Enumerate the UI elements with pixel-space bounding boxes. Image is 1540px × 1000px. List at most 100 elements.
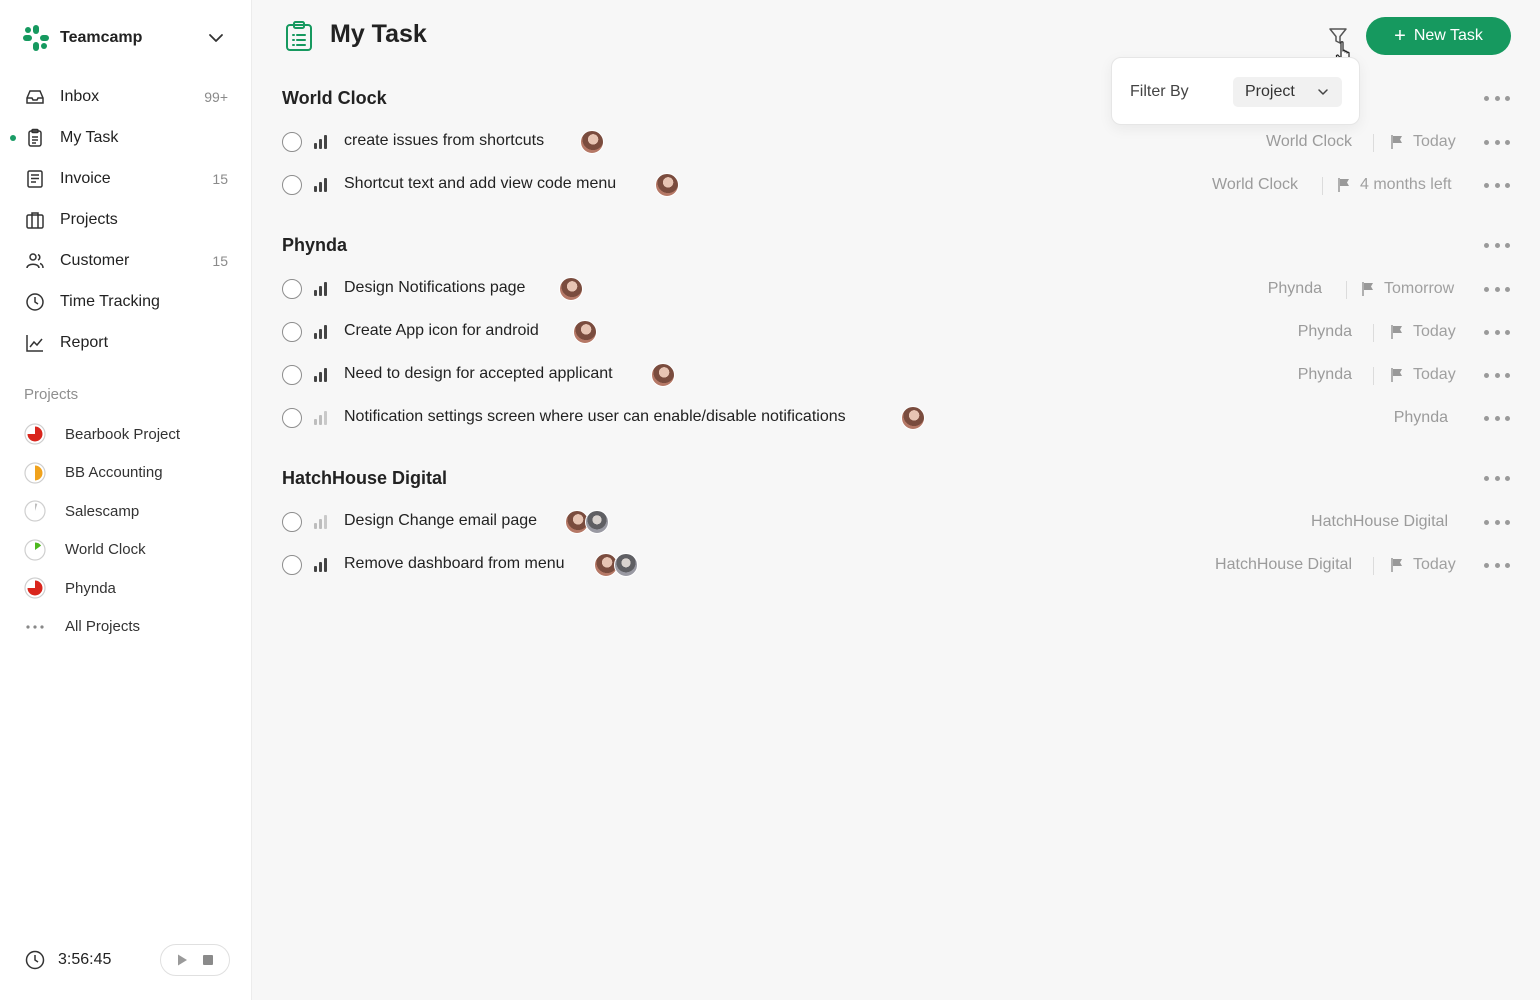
task-row[interactable]: Remove dashboard from menu HatchHouse Di… bbox=[280, 549, 1520, 581]
nav-item-customer[interactable]: Customer 15 bbox=[0, 240, 252, 281]
task-more-icon[interactable] bbox=[1484, 135, 1510, 149]
task-checkbox[interactable] bbox=[282, 365, 302, 385]
task-checkbox[interactable] bbox=[282, 512, 302, 532]
project-label: Bearbook Project bbox=[65, 425, 181, 443]
play-icon[interactable] bbox=[172, 950, 192, 970]
task-more-icon[interactable] bbox=[1484, 411, 1510, 425]
task-checkbox[interactable] bbox=[282, 408, 302, 428]
new-task-button[interactable]: + New Task bbox=[1366, 17, 1511, 55]
nav-label: My Task bbox=[60, 128, 119, 146]
nav-item-inbox[interactable]: Inbox 99+ bbox=[0, 76, 252, 117]
stop-icon[interactable] bbox=[198, 950, 218, 970]
task-checkbox[interactable] bbox=[282, 175, 302, 195]
task-project: Phynda bbox=[1393, 409, 1448, 426]
project-label: World Clock bbox=[65, 541, 146, 559]
avatar[interactable] bbox=[614, 553, 638, 577]
sidebar: Teamcamp Inbox 99+ My Task Invoice 15 Pr… bbox=[0, 0, 252, 1000]
task-checkbox[interactable] bbox=[282, 322, 302, 342]
task-title: Remove dashboard from menu bbox=[344, 555, 565, 572]
task-project: World Clock bbox=[1266, 133, 1352, 150]
nav-count: 15 bbox=[212, 252, 228, 269]
group-more-icon[interactable] bbox=[1484, 91, 1510, 105]
avatar[interactable] bbox=[585, 510, 609, 534]
task-project: World Clock bbox=[1212, 176, 1298, 193]
task-row[interactable]: Create App icon for android Phynda Today bbox=[280, 316, 1520, 348]
task-row[interactable]: Need to design for accepted applicant Ph… bbox=[280, 359, 1520, 391]
flag-icon bbox=[1338, 178, 1349, 192]
task-checkbox[interactable] bbox=[282, 132, 302, 152]
project-item-salescamp[interactable]: Salescamp bbox=[0, 492, 252, 531]
task-row[interactable]: Design Change email page HatchHouse Digi… bbox=[280, 506, 1520, 538]
nav-count: 99+ bbox=[204, 88, 228, 105]
task-more-icon[interactable] bbox=[1484, 325, 1510, 339]
project-item-bb-accounting[interactable]: BB Accounting bbox=[0, 454, 252, 493]
avatar[interactable] bbox=[655, 173, 679, 197]
project-item-all-projects[interactable]: All Projects bbox=[0, 608, 252, 647]
users-icon bbox=[24, 250, 46, 272]
task-title: Need to design for accepted applicant bbox=[344, 365, 613, 382]
nav-label: Report bbox=[60, 333, 109, 351]
chart-line-icon bbox=[24, 332, 46, 354]
inbox-icon bbox=[24, 86, 46, 108]
avatar[interactable] bbox=[559, 277, 583, 301]
task-checkbox[interactable] bbox=[282, 279, 302, 299]
project-item-world-clock[interactable]: World Clock bbox=[0, 531, 252, 570]
more-horizontal-icon bbox=[26, 625, 44, 629]
nav-item-projects[interactable]: Projects bbox=[0, 199, 252, 240]
timer-controls bbox=[160, 944, 230, 976]
avatar[interactable] bbox=[580, 130, 604, 154]
project-item-bearbook[interactable]: Bearbook Project bbox=[0, 415, 252, 454]
nav-item-my-task[interactable]: My Task bbox=[0, 117, 252, 158]
nav-item-invoice[interactable]: Invoice 15 bbox=[0, 158, 252, 199]
task-row[interactable]: Notification settings screen where user … bbox=[280, 402, 1520, 434]
plus-icon: + bbox=[1394, 25, 1406, 47]
task-row[interactable]: create issues from shortcuts World Clock… bbox=[280, 126, 1520, 158]
task-row[interactable]: Shortcut text and add view code menu Wor… bbox=[280, 169, 1520, 201]
task-more-icon[interactable] bbox=[1484, 282, 1510, 296]
task-checkbox[interactable] bbox=[282, 555, 302, 575]
projects-heading: Projects bbox=[24, 386, 79, 403]
project-item-phynda[interactable]: Phynda bbox=[0, 569, 252, 608]
nav-label: Invoice bbox=[60, 169, 111, 187]
filter-select[interactable]: Project bbox=[1233, 77, 1342, 107]
task-row[interactable]: Design Notifications page Phynda Tomorro… bbox=[280, 273, 1520, 305]
avatar[interactable] bbox=[573, 320, 597, 344]
task-due: 4 months left bbox=[1360, 176, 1452, 193]
clipboard-icon bbox=[24, 127, 46, 149]
workspace-switcher[interactable]: Teamcamp bbox=[22, 22, 232, 54]
project-label: Phynda bbox=[65, 579, 116, 597]
nav-count: 15 bbox=[212, 170, 228, 187]
task-more-icon[interactable] bbox=[1484, 368, 1510, 382]
task-more-icon[interactable] bbox=[1484, 558, 1510, 572]
priority-high-icon bbox=[314, 558, 330, 572]
page-title: My Task bbox=[330, 20, 427, 48]
avatar[interactable] bbox=[901, 406, 925, 430]
project-label: All Projects bbox=[65, 618, 141, 636]
avatar[interactable] bbox=[651, 363, 675, 387]
divider bbox=[1373, 367, 1374, 385]
task-project: HatchHouse Digital bbox=[1215, 556, 1352, 573]
main-nav: Inbox 99+ My Task Invoice 15 Projects Cu… bbox=[0, 76, 252, 363]
task-more-icon[interactable] bbox=[1484, 515, 1510, 529]
task-title: Notification settings screen where user … bbox=[344, 408, 846, 425]
group-more-icon[interactable] bbox=[1484, 471, 1510, 485]
task-due: Today bbox=[1413, 133, 1456, 150]
flag-icon bbox=[1391, 135, 1402, 149]
group-more-icon[interactable] bbox=[1484, 238, 1510, 252]
flag-icon bbox=[1362, 282, 1373, 296]
task-title: Design Notifications page bbox=[344, 279, 526, 296]
timer-value: 3:56:45 bbox=[58, 951, 112, 968]
project-label: Salescamp bbox=[65, 502, 140, 520]
group-title: Phynda bbox=[282, 235, 348, 255]
nav-item-report[interactable]: Report bbox=[0, 322, 252, 363]
group-title: HatchHouse Digital bbox=[282, 468, 448, 488]
nav-item-time-tracking[interactable]: Time Tracking bbox=[0, 281, 252, 322]
group-title: World Clock bbox=[282, 88, 387, 108]
project-progress-icon bbox=[24, 423, 46, 445]
priority-high-icon bbox=[314, 135, 330, 149]
clipboard-icon bbox=[286, 21, 312, 51]
filter-by-label: Filter By bbox=[1130, 83, 1189, 100]
chevron-down-icon[interactable] bbox=[206, 28, 226, 48]
task-more-icon[interactable] bbox=[1484, 178, 1510, 192]
nav-label: Time Tracking bbox=[60, 292, 160, 310]
